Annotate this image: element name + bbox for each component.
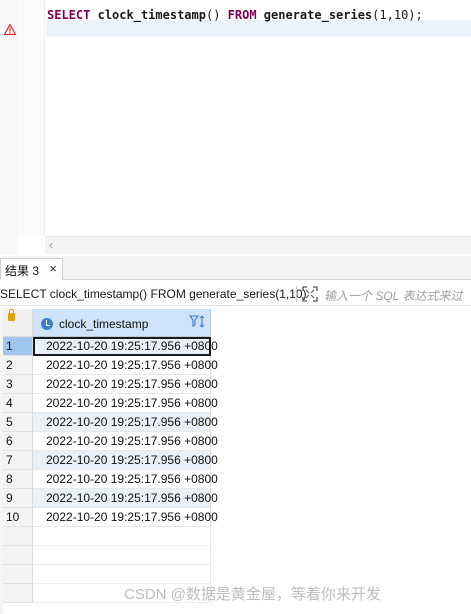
result-grid: clock_timestamp 1 2022-10-20 19:25:17.95… <box>0 309 471 614</box>
executed-query-text: SELECT clock_timestamp() FROM generate_s… <box>0 287 307 301</box>
close-icon[interactable]: × <box>49 261 57 276</box>
row-header[interactable]: 3 <box>3 375 33 394</box>
column-header-clock-timestamp[interactable]: clock_timestamp <box>33 309 211 337</box>
row-header[interactable]: 5 <box>3 413 33 432</box>
tab-results-3[interactable]: 结果 3 × <box>0 258 63 280</box>
row-header[interactable]: 8 <box>3 470 33 489</box>
column-header-label: clock_timestamp <box>59 317 149 331</box>
function-parens: () <box>205 8 221 22</box>
divider <box>296 286 297 302</box>
sql-editor[interactable]: SELECT clock_timestamp() FROM generate_s… <box>0 0 471 254</box>
table-cell[interactable]: 2022-10-20 19:25:17.956 +0800 <box>33 375 218 394</box>
keyword-select: SELECT <box>47 8 91 22</box>
table-cell[interactable]: 2022-10-20 19:25:17.956 +0800 <box>33 413 218 432</box>
row-header[interactable]: 2 <box>3 356 33 375</box>
scroll-left-icon[interactable]: ‹ <box>49 238 53 252</box>
gutter-divider <box>44 0 45 236</box>
results-tab-bar: 结果 3 × <box>0 256 471 280</box>
empty-row-header <box>3 527 33 546</box>
editor-horizontal-scrollbar[interactable]: ‹ <box>45 236 471 254</box>
editor-ruler <box>0 0 17 254</box>
function-args: (1,10); <box>372 8 423 22</box>
editor-line-gutter <box>17 0 45 236</box>
query-filter-bar: SELECT clock_timestamp() FROM generate_s… <box>0 282 471 306</box>
clock-icon <box>41 318 53 330</box>
table-cell[interactable]: 2022-10-20 19:25:17.956 +0800 <box>33 489 218 508</box>
table-cell[interactable]: 2022-10-20 19:25:17.956 +0800 <box>33 432 218 451</box>
row-header[interactable]: 10 <box>3 508 33 527</box>
empty-row-header <box>3 584 33 603</box>
table-cell[interactable]: 2022-10-20 19:25:17.956 +0800 <box>33 356 218 375</box>
empty-cell <box>33 565 211 584</box>
empty-row-header <box>3 546 33 565</box>
row-header[interactable]: 1 <box>3 337 33 356</box>
sql-code-line[interactable]: SELECT clock_timestamp() FROM generate_s… <box>47 8 423 22</box>
function-generate-series: generate_series <box>263 8 373 22</box>
empty-row-header <box>3 565 33 584</box>
expand-icon[interactable] <box>302 286 318 302</box>
grid-corner[interactable] <box>3 309 33 337</box>
warning-icon[interactable] <box>4 24 16 35</box>
tab-label: 结果 3 <box>5 264 40 278</box>
empty-cell <box>33 546 211 565</box>
table-cell[interactable]: 2022-10-20 19:25:17.956 +0800 <box>33 470 218 489</box>
row-header[interactable]: 6 <box>3 432 33 451</box>
empty-cell <box>33 527 211 546</box>
filter-expression-input[interactable]: 输入一个 SQL 表达式来过 <box>324 287 462 304</box>
table-cell[interactable]: 2022-10-20 19:25:17.956 +0800 <box>33 394 218 413</box>
watermark: CSDN @数据是黄金屋，等着你来开发 <box>124 586 381 603</box>
table-cell[interactable]: 2022-10-20 19:25:17.956 +0800 <box>33 451 218 470</box>
table-cell[interactable]: 2022-10-20 19:25:17.956 +0800 <box>33 508 218 527</box>
lock-icon <box>8 309 15 321</box>
row-header[interactable]: 7 <box>3 451 33 470</box>
keyword-from: FROM <box>227 8 257 22</box>
table-cell[interactable]: 2022-10-20 19:25:17.956 +0800 <box>33 337 218 356</box>
row-header[interactable]: 9 <box>3 489 33 508</box>
current-line-highlight <box>46 20 471 37</box>
filter-sort-icon[interactable] <box>189 314 207 330</box>
function-clock-timestamp: clock_timestamp <box>97 8 206 22</box>
row-header[interactable]: 4 <box>3 394 33 413</box>
